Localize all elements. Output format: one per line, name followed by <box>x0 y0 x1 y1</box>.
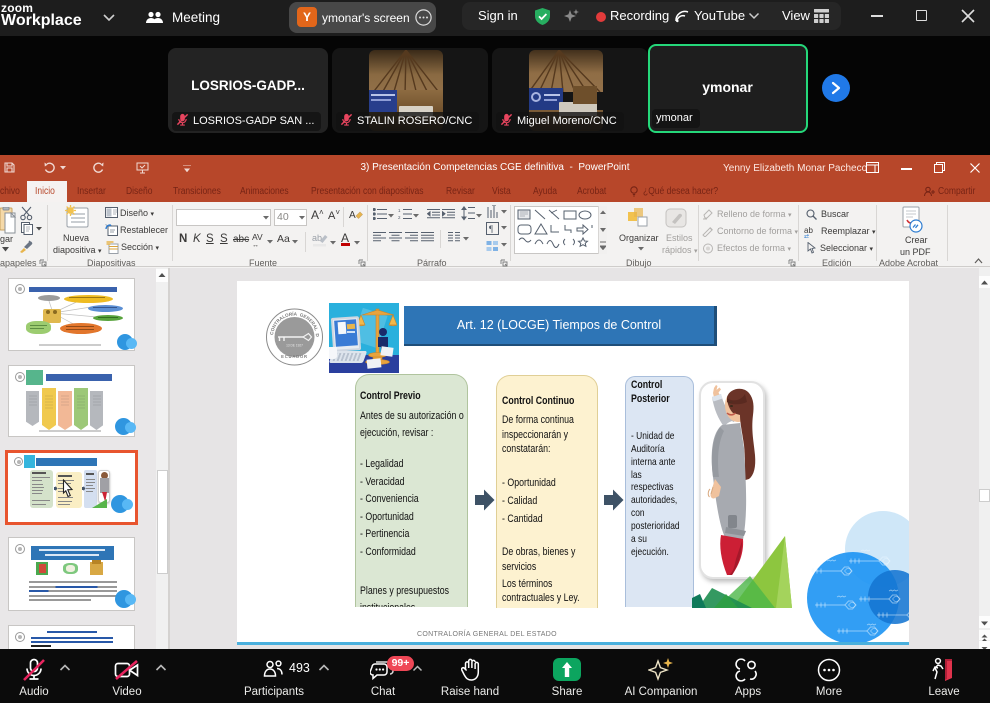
svg-text:A: A <box>349 210 356 221</box>
svg-text:2: 2 <box>398 215 401 220</box>
svg-text:⇄: ⇄ <box>804 233 809 238</box>
svg-text:ab: ab <box>312 233 322 243</box>
svg-text:¶: ¶ <box>489 224 493 234</box>
svg-text:ECUADOR: ECUADOR <box>281 354 308 359</box>
svg-text:1: 1 <box>398 208 401 213</box>
svg-text:13 DE 1927: 13 DE 1927 <box>286 344 303 348</box>
